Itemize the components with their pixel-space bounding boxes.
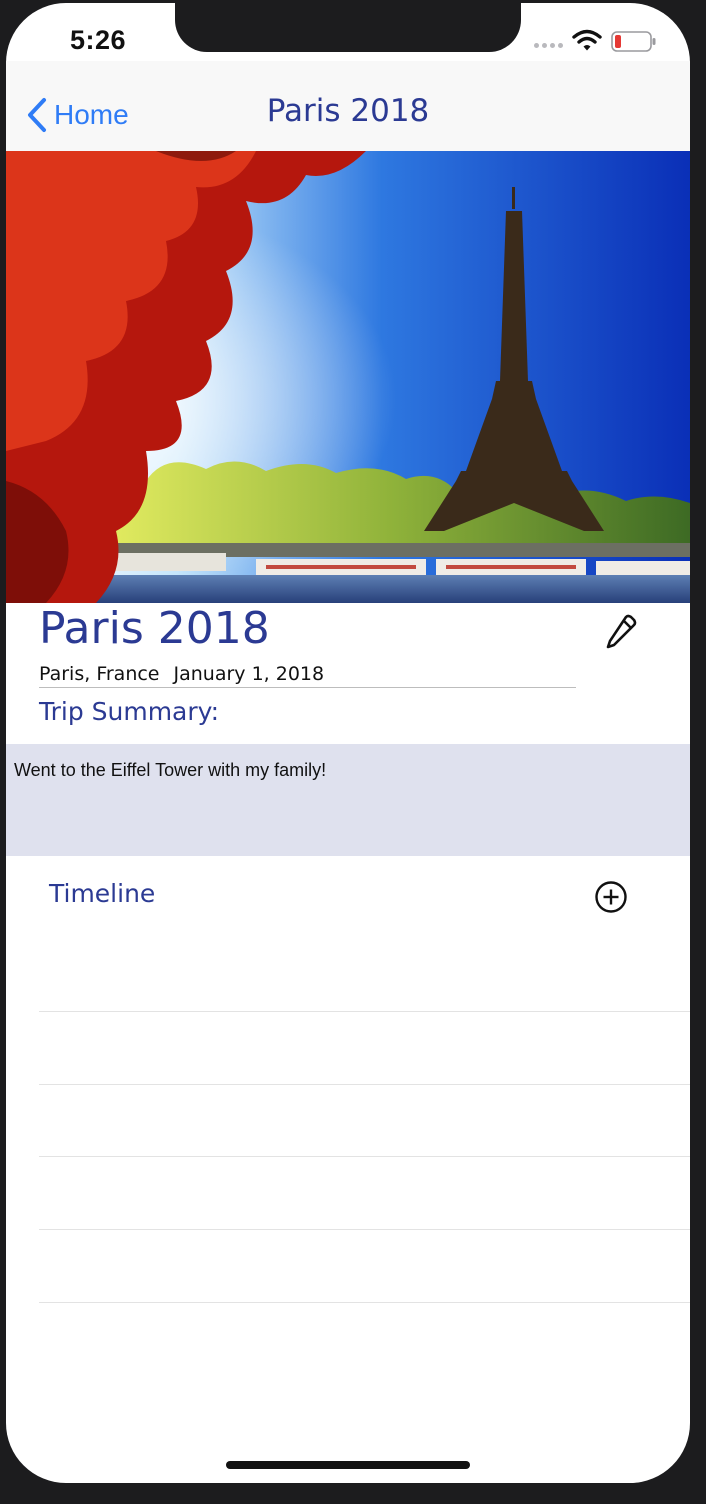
plus-circle-icon <box>595 881 627 913</box>
divider <box>39 687 576 688</box>
timeline-row[interactable] <box>39 1012 690 1085</box>
home-indicator[interactable] <box>226 1461 470 1469</box>
nav-title: Paris 2018 <box>266 93 430 129</box>
timeline-row[interactable] <box>39 939 690 1012</box>
pencil-icon <box>606 614 637 649</box>
device-notch <box>175 3 521 52</box>
trip-meta: Paris, France January 1, 2018 <box>39 663 324 685</box>
edit-trip-button[interactable] <box>602 613 638 654</box>
trip-cover-photo <box>6 151 690 603</box>
timeline-row[interactable] <box>39 1157 690 1230</box>
trip-summary-label: Trip Summary: <box>39 697 220 726</box>
cellular-signal-icon <box>534 43 563 48</box>
timeline-row[interactable] <box>39 1084 690 1157</box>
status-time: 5:26 <box>70 25 127 55</box>
wifi-icon <box>572 29 602 58</box>
timeline-label: Timeline <box>49 879 156 908</box>
trip-date: January 1, 2018 <box>173 663 325 685</box>
trip-location: Paris, France <box>39 663 160 685</box>
trip-title: Paris 2018 <box>39 603 270 654</box>
trip-summary-text[interactable]: Went to the Eiffel Tower with my family! <box>6 744 690 856</box>
battery-low-icon <box>611 31 657 58</box>
add-timeline-entry-button[interactable] <box>594 880 628 919</box>
navigation-bar: Home Paris 2018 <box>6 61 690 151</box>
timeline-row[interactable] <box>39 1230 690 1303</box>
phone-screen: 5:26 Home Paris 2018 Paris 2018 Paris, F… <box>6 3 690 1483</box>
